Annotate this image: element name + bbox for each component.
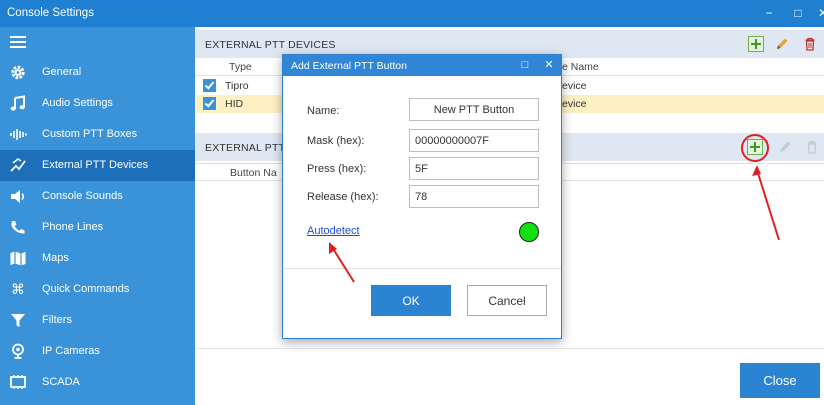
hamburger-menu-icon[interactable]: [10, 36, 26, 48]
dialog-maximize-button[interactable]: □: [517, 57, 533, 73]
column-header-device-name: e Name: [562, 61, 599, 73]
maximize-button[interactable]: □: [789, 4, 807, 22]
row-device: evice: [562, 80, 587, 92]
delete-trash-icon[interactable]: [804, 139, 820, 155]
minimize-button[interactable]: −: [760, 4, 778, 22]
window-close-button[interactable]: ✕: [814, 4, 824, 22]
add-device-icon[interactable]: [748, 36, 764, 52]
dialog-close-button[interactable]: ✕: [541, 57, 557, 73]
sidebar-item-label: External PTT Devices: [42, 159, 149, 171]
footer-divider: [195, 348, 824, 349]
funnel-icon: [9, 312, 27, 329]
command-key-icon: ⌘: [11, 281, 25, 297]
monitor-icon: [9, 374, 27, 391]
sidebar-item-general[interactable]: General: [0, 57, 195, 88]
audio-wave-icon: [9, 126, 27, 143]
sidebar-item-label: SCADA: [42, 376, 80, 388]
sidebar-item-label: Filters: [42, 314, 72, 326]
add-button-icon[interactable]: [747, 139, 763, 155]
devices-section-title: EXTERNAL PTT DEVICES: [205, 39, 336, 51]
row-type: Tipro: [225, 80, 249, 92]
row-type: HID: [225, 98, 244, 110]
dialog-titlebar: Add External PTT Button □ ✕: [283, 55, 561, 76]
sidebar-item-label: Maps: [42, 252, 69, 264]
sidebar-item-external-ptt-devices[interactable]: External PTT Devices: [0, 150, 195, 181]
sidebar-item-label: Quick Commands: [42, 283, 130, 295]
speaker-icon: [9, 188, 27, 205]
sidebar-item-scada[interactable]: SCADA: [0, 367, 195, 398]
phone-icon: [9, 219, 27, 236]
sidebar-item-label: Audio Settings: [42, 97, 113, 109]
column-header-type: Type: [229, 61, 252, 73]
autodetect-link[interactable]: Autodetect: [307, 225, 360, 237]
dialog-divider: [283, 268, 561, 269]
add-external-ptt-button-dialog: Add External PTT Button □ ✕ Name: Mask (…: [282, 54, 562, 339]
sidebar-item-console-sounds[interactable]: Console Sounds: [0, 181, 195, 212]
release-input[interactable]: [409, 185, 539, 208]
sidebar-item-custom-ptt-boxes[interactable]: Custom PTT Boxes: [0, 119, 195, 150]
close-button[interactable]: Close: [740, 363, 820, 398]
sidebar-item-label: IP Cameras: [42, 345, 100, 357]
sidebar-item-filters[interactable]: Filters: [0, 305, 195, 336]
status-indicator: [519, 222, 539, 242]
row-checkbox[interactable]: [203, 79, 216, 92]
row-checkbox[interactable]: [203, 97, 216, 110]
cancel-button[interactable]: Cancel: [467, 285, 547, 316]
ok-button[interactable]: OK: [371, 285, 451, 316]
mask-label: Mask (hex):: [307, 135, 365, 147]
sidebar-item-maps[interactable]: Maps: [0, 243, 195, 274]
sidebar-item-quick-commands[interactable]: ⌘ Quick Commands: [0, 274, 195, 305]
sidebar-item-label: Phone Lines: [42, 221, 104, 233]
release-label: Release (hex):: [307, 191, 379, 203]
edit-pencil-icon[interactable]: [774, 36, 790, 52]
sidebar-item-phone-lines[interactable]: Phone Lines: [0, 212, 195, 243]
sidebar-item-audio-settings[interactable]: Audio Settings: [0, 88, 195, 119]
sidebar-item-label: General: [42, 66, 82, 78]
window-title: Console Settings: [7, 7, 94, 19]
window-titlebar: Console Settings − □ ✕: [0, 0, 824, 27]
delete-trash-icon[interactable]: [802, 36, 818, 52]
sidebar-item-label: Console Sounds: [42, 190, 123, 202]
camera-icon: [9, 343, 27, 360]
device-hand-icon: [9, 157, 27, 174]
dialog-title: Add External PTT Button: [291, 60, 407, 72]
sidebar-item-label: Custom PTT Boxes: [42, 128, 138, 140]
row-device: evice: [562, 98, 587, 110]
sidebar: General Audio Settings Custom PTT Boxes …: [0, 27, 195, 405]
press-input[interactable]: [409, 157, 539, 180]
mask-input[interactable]: [409, 129, 539, 152]
press-label: Press (hex):: [307, 163, 367, 175]
name-input[interactable]: [409, 98, 539, 121]
edit-pencil-icon[interactable]: [777, 139, 793, 155]
music-note-icon: [9, 95, 27, 112]
name-label: Name:: [307, 105, 340, 117]
map-icon: [9, 250, 27, 267]
column-header-button-name: Button Na: [230, 167, 277, 179]
gear-icon: [9, 64, 27, 81]
sidebar-item-ip-cameras[interactable]: IP Cameras: [0, 336, 195, 367]
